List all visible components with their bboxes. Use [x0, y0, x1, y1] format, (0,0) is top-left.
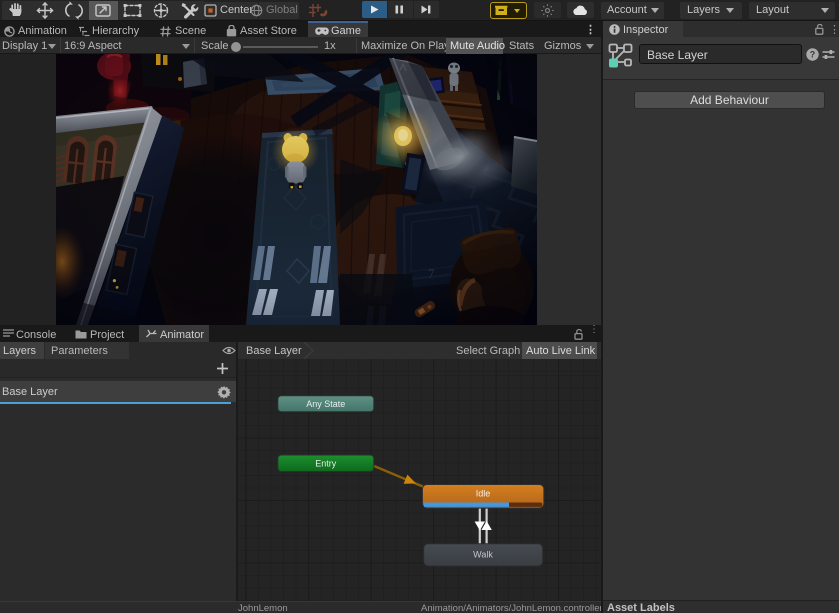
svg-text:Entry: Entry — [315, 459, 337, 469]
svg-text:Walk: Walk — [473, 550, 493, 560]
svg-text:?: ? — [810, 50, 816, 60]
svg-text:Any State: Any State — [306, 399, 345, 409]
svg-text:Idle: Idle — [476, 489, 491, 499]
